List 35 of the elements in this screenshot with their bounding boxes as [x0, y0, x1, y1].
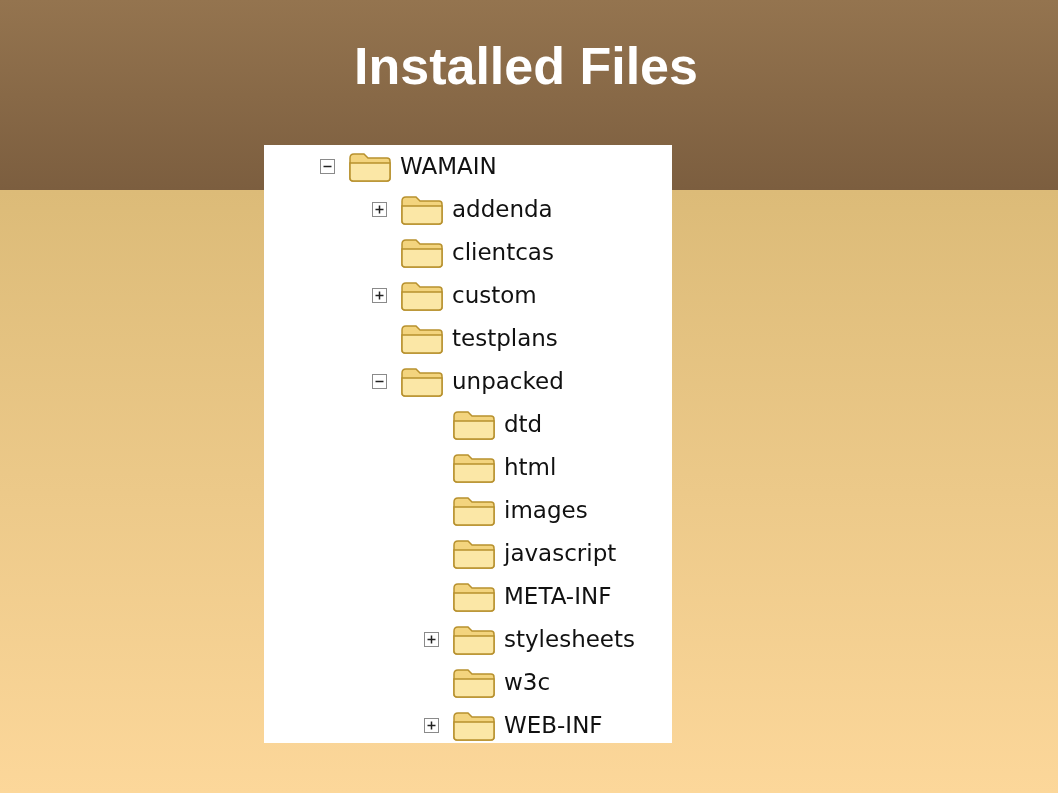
- folder-icon: [452, 495, 496, 526]
- folder-icon: [348, 151, 392, 182]
- folder-label[interactable]: html: [504, 450, 557, 485]
- expand-icon[interactable]: [372, 202, 387, 217]
- folder-icon: [400, 237, 444, 268]
- collapse-icon[interactable]: [372, 374, 387, 389]
- folder-label[interactable]: custom: [452, 278, 537, 313]
- folder-icon: [452, 409, 496, 440]
- folder-label[interactable]: addenda: [452, 192, 553, 227]
- folder-icon: [400, 323, 444, 354]
- folder-label[interactable]: images: [504, 493, 588, 528]
- folder-label[interactable]: stylesheets: [504, 622, 635, 657]
- folder-icon: [452, 624, 496, 655]
- folder-icon: [400, 366, 444, 397]
- folder-icon: [452, 710, 496, 741]
- expand-icon[interactable]: [372, 288, 387, 303]
- folder-label[interactable]: clientcas: [452, 235, 554, 270]
- folder-label[interactable]: dtd: [504, 407, 543, 442]
- collapse-icon[interactable]: [320, 159, 335, 174]
- folder-label[interactable]: w3c: [504, 665, 551, 700]
- expand-icon[interactable]: [424, 718, 439, 733]
- folder-icon: [452, 538, 496, 569]
- folder-icon: [452, 667, 496, 698]
- folder-icon: [452, 581, 496, 612]
- folder-icon: [400, 194, 444, 225]
- folder-label[interactable]: WEB-INF: [504, 708, 603, 743]
- folder-icon: [452, 452, 496, 483]
- folder-icon: [400, 280, 444, 311]
- slide-title: Installed Files: [354, 36, 698, 97]
- folder-label[interactable]: javascript: [504, 536, 617, 571]
- folder-label[interactable]: testplans: [452, 321, 558, 356]
- folder-label[interactable]: WAMAIN: [400, 149, 497, 184]
- folder-label[interactable]: META-INF: [504, 579, 612, 614]
- folder-label[interactable]: unpacked: [452, 364, 564, 399]
- expand-icon[interactable]: [424, 632, 439, 647]
